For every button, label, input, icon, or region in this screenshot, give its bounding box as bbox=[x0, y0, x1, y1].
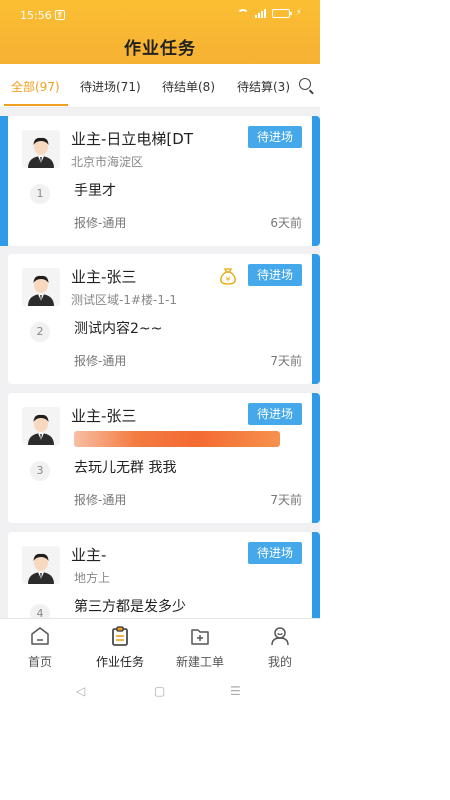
search-icon[interactable] bbox=[299, 78, 311, 90]
bottom-nav: 首页 作业任务 新建工单 我的 bbox=[0, 618, 320, 670]
battery-icon bbox=[271, 8, 292, 18]
card-edge bbox=[312, 254, 320, 384]
profile-icon bbox=[271, 627, 289, 646]
task-card[interactable]: 业主-张三 待进场 3 去玩儿无群 我我 报修-通用 7天前 bbox=[8, 393, 320, 523]
avatar bbox=[22, 268, 60, 306]
status-time: 15:56 bbox=[20, 9, 52, 22]
status-button[interactable]: 待进场 bbox=[248, 403, 302, 425]
location-text: 北京市海淀区 bbox=[71, 155, 144, 169]
task-clipboard-icon bbox=[112, 626, 128, 646]
nav-label: 首页 bbox=[27, 655, 52, 669]
location-text: 测试区域-1#楼-1-1 bbox=[71, 293, 177, 307]
owner-name: 业主- bbox=[71, 546, 107, 564]
filter-tabs: 全部(97) 待进场(71) 待结单(8) 待结算(3) bbox=[0, 64, 320, 108]
task-card[interactable]: 业主-张三 测试区域-1#楼-1-1 ¥ 待进场 2 测试内容2~~ 报修-通用… bbox=[8, 254, 320, 384]
nav-home[interactable]: 首页 bbox=[0, 619, 80, 671]
wifi-icon bbox=[236, 8, 249, 18]
money-bag-icon: ¥ bbox=[220, 268, 236, 285]
time-ago: 7天前 bbox=[270, 493, 302, 507]
tab-all[interactable]: 全部(97) bbox=[11, 78, 60, 95]
index-badge: 1 bbox=[30, 184, 50, 204]
nav-label: 新建工单 bbox=[175, 655, 224, 669]
card-edge bbox=[312, 393, 320, 523]
charging-icon: ⚡ bbox=[295, 8, 302, 18]
home-icon bbox=[31, 627, 49, 645]
avatar bbox=[22, 407, 60, 445]
task-category: 报修-通用 bbox=[74, 493, 127, 507]
app-header: 15:56 ❡ ⚡ 作业任务 bbox=[0, 0, 320, 64]
task-category: 报修-通用 bbox=[74, 216, 127, 230]
task-list[interactable]: 业主-日立电梯[DT 北京市海淀区 待进场 1 手里才 报修-通用 6天前 业主… bbox=[0, 108, 320, 618]
index-badge: 3 bbox=[30, 461, 50, 481]
task-content: 去玩儿无群 我我 bbox=[74, 460, 177, 476]
owner-name: 业主-日立电梯[DT bbox=[71, 130, 193, 148]
redacted-location bbox=[74, 431, 280, 447]
notification-icon: ❡ bbox=[55, 10, 65, 20]
status-button[interactable]: 待进场 bbox=[248, 542, 302, 564]
status-bar: 15:56 ❡ ⚡ bbox=[0, 0, 320, 28]
avatar bbox=[22, 130, 60, 168]
time-ago: 7天前 bbox=[270, 354, 302, 368]
tab-pending-entry[interactable]: 待进场(71) bbox=[80, 78, 141, 95]
menu-icon[interactable]: ☰ bbox=[230, 684, 241, 698]
tab-pending-settlement[interactable]: 待结算(3) bbox=[237, 78, 290, 95]
task-card[interactable]: 业主- 地方上 待进场 4 第三方都是发多少 bbox=[8, 532, 320, 618]
status-icons: ⚡ bbox=[236, 8, 302, 18]
nav-label: 我的 bbox=[267, 655, 292, 669]
index-badge: 2 bbox=[30, 322, 50, 342]
owner-name: 业主-张三 bbox=[71, 268, 137, 286]
system-nav-bar: ◁ ▢ ☰ bbox=[0, 670, 320, 710]
card-edge bbox=[312, 532, 320, 618]
nav-new-order[interactable]: 新建工单 bbox=[160, 619, 240, 671]
svg-text:¥: ¥ bbox=[226, 276, 231, 284]
owner-name: 业主-张三 bbox=[71, 407, 137, 425]
active-tab-indicator bbox=[4, 104, 68, 106]
avatar bbox=[22, 546, 60, 584]
status-button[interactable]: 待进场 bbox=[248, 126, 302, 148]
location-text: 地方上 bbox=[74, 571, 111, 585]
card-edge bbox=[312, 116, 320, 246]
task-content: 第三方都是发多少 bbox=[74, 599, 186, 615]
new-order-icon bbox=[191, 629, 209, 645]
signal-icon bbox=[254, 8, 266, 18]
task-card[interactable]: 业主-日立电梯[DT 北京市海淀区 待进场 1 手里才 报修-通用 6天前 bbox=[0, 116, 320, 246]
card-left-edge bbox=[0, 116, 8, 246]
page-title: 作业任务 bbox=[124, 39, 196, 59]
nav-label: 作业任务 bbox=[95, 655, 144, 669]
back-icon[interactable]: ◁ bbox=[76, 684, 85, 698]
nav-profile[interactable]: 我的 bbox=[240, 619, 320, 671]
status-button[interactable]: 待进场 bbox=[248, 264, 302, 286]
tab-pending-close[interactable]: 待结单(8) bbox=[162, 78, 215, 95]
task-content: 测试内容2~~ bbox=[74, 321, 163, 337]
task-category: 报修-通用 bbox=[74, 354, 127, 368]
index-badge: 4 bbox=[30, 604, 50, 618]
phone-screen: 15:56 ❡ ⚡ 作业任务 全部(97) 待进场(71) 待结单(8) 待结算… bbox=[0, 0, 320, 710]
nav-tasks[interactable]: 作业任务 bbox=[80, 619, 160, 671]
home-square-icon[interactable]: ▢ bbox=[154, 684, 165, 698]
time-ago: 6天前 bbox=[270, 216, 302, 230]
task-content: 手里才 bbox=[74, 183, 116, 199]
